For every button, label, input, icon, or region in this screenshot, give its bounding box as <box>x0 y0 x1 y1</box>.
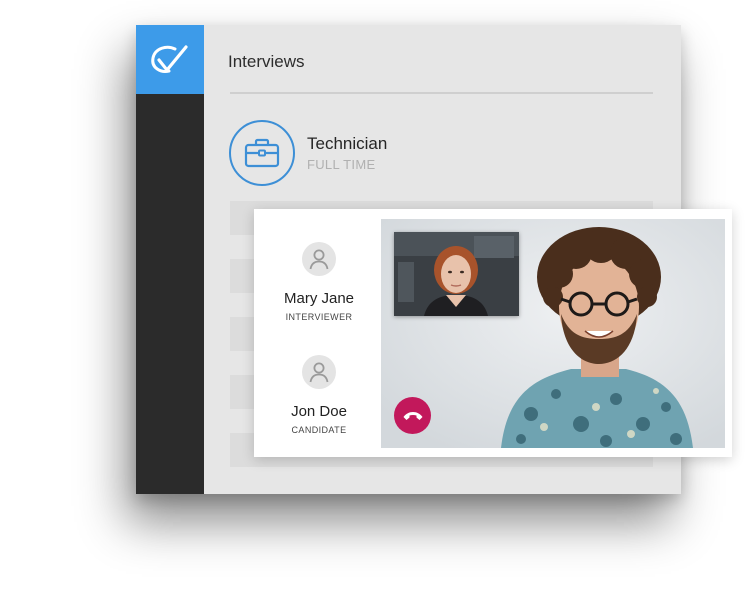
interviewer-video-image <box>394 232 519 316</box>
user-avatar-icon <box>309 249 329 270</box>
checkmark-logo-icon <box>151 44 188 73</box>
participant-role: CANDIDATE <box>291 425 347 435</box>
self-view-video[interactable] <box>394 232 519 316</box>
participant-interviewer: Mary Jane INTERVIEWER <box>254 242 384 322</box>
participant-role: INTERVIEWER <box>285 312 353 322</box>
job-icon-badge[interactable] <box>229 120 295 186</box>
main-video-feed[interactable] <box>381 219 725 448</box>
page-title: Interviews <box>228 52 305 71</box>
participant-candidate: Jon Doe CANDIDATE <box>254 355 384 435</box>
job-title: Technician <box>307 134 388 153</box>
briefcase-icon <box>244 138 280 168</box>
title-divider <box>230 92 653 94</box>
video-call-card: Mary Jane INTERVIEWER Jon Doe CANDIDATE <box>254 209 732 457</box>
hangup-button[interactable] <box>394 397 431 434</box>
avatar <box>302 355 336 389</box>
phone-hangup-icon <box>403 411 422 420</box>
logo-tile[interactable] <box>136 25 204 94</box>
sidebar <box>136 25 204 494</box>
avatar <box>302 242 336 276</box>
participant-name: Mary Jane <box>283 290 355 307</box>
participant-name: Jon Doe <box>291 403 347 420</box>
stage: Interviews Technician FULL TIME Mary Jan… <box>0 0 750 595</box>
job-type: FULL TIME <box>307 157 376 172</box>
user-avatar-icon <box>309 362 329 383</box>
